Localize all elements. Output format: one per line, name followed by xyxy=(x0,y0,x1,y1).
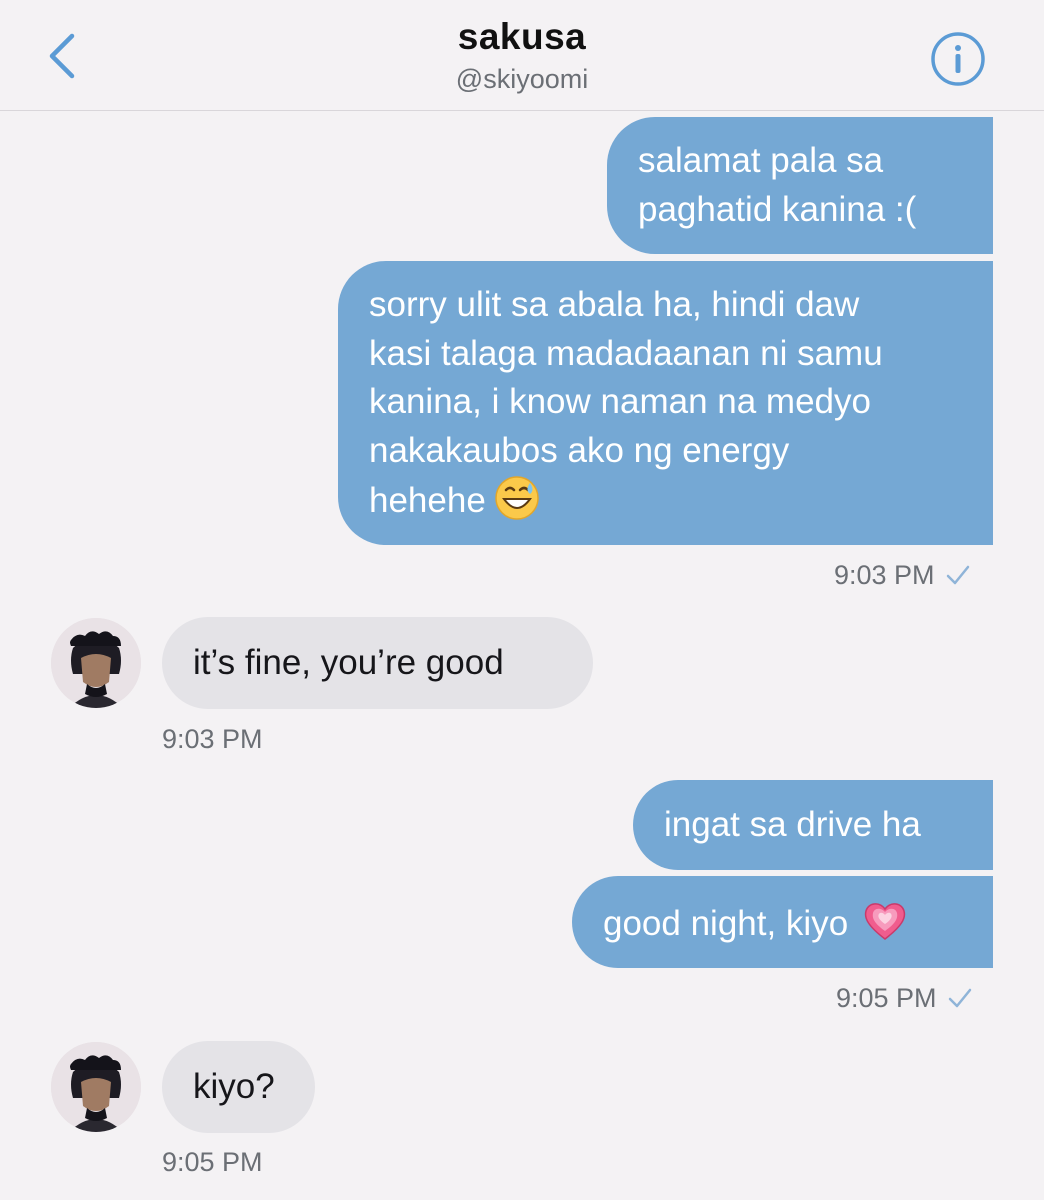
info-icon xyxy=(931,32,985,86)
sent-message-bubble[interactable]: sorry ulit sa abala ha, hindi daw kasi t… xyxy=(338,261,993,545)
message-timestamp: 9:03 PM xyxy=(834,560,971,593)
message-timestamp: 9:05 PM xyxy=(162,1147,263,1177)
received-message-bubble[interactable]: it’s fine, you’re good xyxy=(162,617,593,709)
sent-message-bubble[interactable]: salamat pala sa paghatid kanina :( xyxy=(607,117,993,254)
message-line: paghatid kanina :( xyxy=(638,189,917,229)
avatar[interactable] xyxy=(51,1042,141,1132)
conversation-handle: @skiyoomi xyxy=(455,64,589,94)
message-line: kanina, i know naman na medyo xyxy=(369,382,871,421)
conversation-title-block[interactable]: sakusa @skiyoomi xyxy=(0,16,1044,95)
dm-conversation-screen: sakusa @skiyoomi salamat pala sa paghati… xyxy=(0,0,1044,1200)
received-message-bubble[interactable]: kiyo? xyxy=(162,1041,315,1133)
message-text: good night, kiyo xyxy=(603,904,849,943)
message-text: kiyo? xyxy=(193,1067,275,1106)
message-text: ingat sa drive ha xyxy=(664,805,921,844)
avatar-image xyxy=(51,618,141,708)
avatar-image xyxy=(51,1042,141,1132)
checkmark-icon xyxy=(947,985,973,1016)
conversation-title: sakusa xyxy=(457,16,587,57)
message-timestamp: 9:03 PM xyxy=(162,724,263,754)
message-line: nakakaubos ako ng energy xyxy=(369,430,790,470)
message-line: sorry ulit sa abala ha, hindi daw xyxy=(369,285,860,324)
message-text: hehehe xyxy=(369,481,486,520)
message-line-last: hehehe xyxy=(369,475,962,526)
message-line: kasi talaga madadaanan ni samu xyxy=(369,333,883,373)
info-button[interactable] xyxy=(930,31,986,87)
grinning-sweat-emoji xyxy=(494,475,540,521)
message-timestamp: 9:05 PM xyxy=(836,983,973,1016)
conversation-header: sakusa @skiyoomi xyxy=(0,0,1044,111)
sent-message-bubble[interactable]: ingat sa drive ha xyxy=(633,780,993,870)
checkmark-icon xyxy=(945,562,971,593)
avatar[interactable] xyxy=(51,618,141,708)
sent-message-bubble[interactable]: good night, kiyo xyxy=(572,876,993,968)
growing-heart-emoji xyxy=(862,898,908,944)
message-text: it’s fine, you’re good xyxy=(193,643,504,682)
message-line: salamat pala sa xyxy=(638,141,884,180)
